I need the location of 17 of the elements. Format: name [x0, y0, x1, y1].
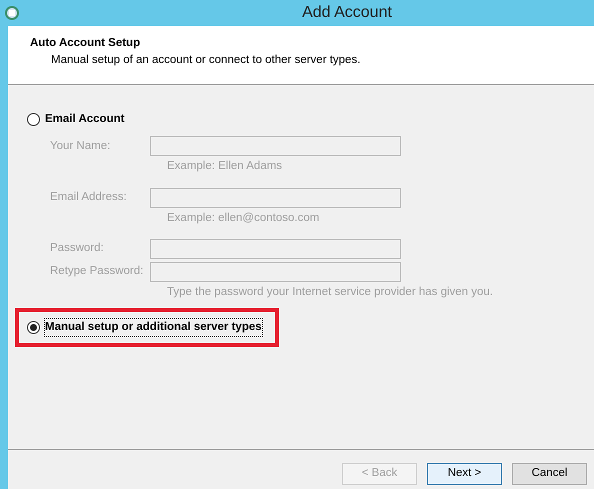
hint-text: Example: ellen@contoso.com [166, 210, 320, 226]
hint-text: Type the password your Internet service provider has given you. [166, 284, 494, 300]
dialog-button[interactable]: Next > [427, 463, 502, 485]
window-title: Add Account [301, 3, 393, 23]
field-label: Retype Password: [50, 264, 144, 280]
app-icon [4, 5, 20, 21]
field-label: Password: [50, 241, 105, 256]
header-subtitle: Manual setup of an account or connect to other server types. [50, 53, 362, 68]
option-label[interactable]: Email Account [45, 111, 124, 128]
header-title: Auto Account Setup [30, 36, 142, 51]
option-label[interactable]: Manual setup or additional server types [45, 319, 262, 336]
dialog-button[interactable]: Cancel [512, 463, 587, 485]
radio-button[interactable] [27, 321, 40, 334]
field-label: Email Address: [50, 190, 128, 205]
radio-button[interactable] [27, 113, 40, 126]
field-label: Your Name: [50, 138, 112, 154]
hint-text: Example: Ellen Adams [166, 159, 284, 174]
